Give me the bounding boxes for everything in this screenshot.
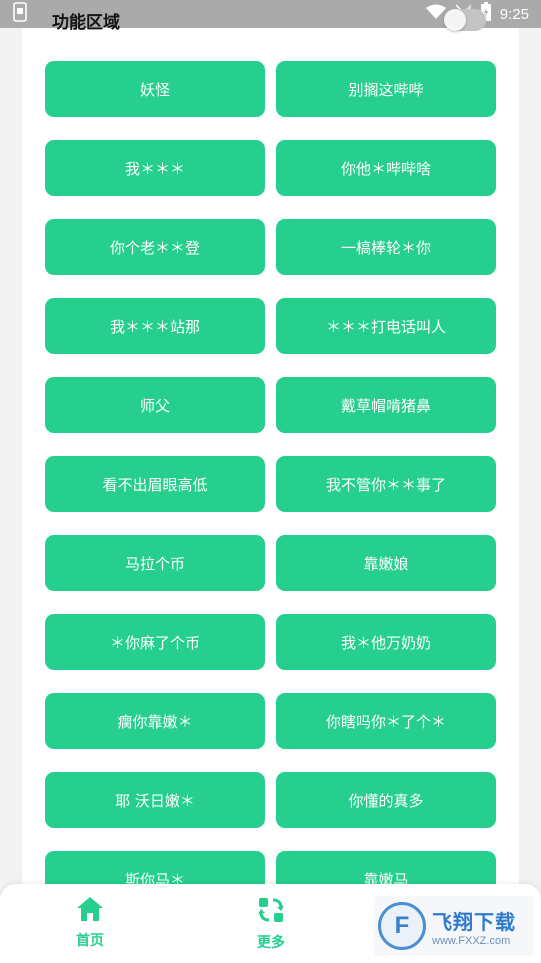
phrase-button[interactable]: 瘸你靠嫩＊ — [45, 693, 265, 749]
phrase-button[interactable]: 妖怪 — [45, 61, 265, 117]
home-icon — [76, 896, 104, 926]
phrase-button[interactable]: 看不出眉眼高低 — [45, 456, 265, 512]
section-toggle[interactable] — [444, 9, 486, 31]
phrase-button[interactable]: 我＊＊＊站那 — [45, 298, 265, 354]
nav-item-more[interactable]: 更多 — [231, 896, 311, 956]
phrase-button[interactable]: 我＊＊＊ — [45, 140, 265, 196]
watermark-icon: F — [378, 902, 426, 950]
phrase-button[interactable]: ＊＊＊打电话叫人 — [276, 298, 496, 354]
phrase-button[interactable]: 师父 — [45, 377, 265, 433]
phrase-button[interactable]: 靠嫩娘 — [276, 535, 496, 591]
watermark-logo: F 飞翔下载 www.FXXZ.com — [374, 896, 534, 956]
button-grid: 妖怪 别搁这哔哔 我＊＊＊ 你他＊哔哔啥 你个老＊＊登 一槁棒轮＊你 我＊＊＊站那 ＊＊＊打电… — [45, 61, 496, 907]
phrase-button[interactable]: 耶 沃日嫩＊ — [45, 772, 265, 828]
wifi-icon — [425, 4, 446, 24]
phrase-button[interactable]: 我不管你＊＊事了 — [276, 456, 496, 512]
notification-icon — [12, 2, 28, 26]
phrase-button[interactable]: 别搁这哔哔 — [276, 61, 496, 117]
phrase-button[interactable]: 你瞎吗你＊了个＊ — [276, 693, 496, 749]
nav-label-more: 更多 — [257, 935, 285, 951]
phrase-button[interactable]: 戴草帽啃猪鼻 — [276, 377, 496, 433]
phrase-button[interactable]: ＊你麻了个币 — [45, 614, 265, 670]
nav-label-home: 首页 — [76, 933, 104, 949]
watermark-title: 飞翔下载 — [432, 909, 516, 934]
toggle-knob — [444, 9, 466, 31]
section-title: 功能区域 — [52, 13, 120, 33]
phrase-button[interactable]: 一槁棒轮＊你 — [276, 219, 496, 275]
phrase-button[interactable]: 我＊他万奶奶 — [276, 614, 496, 670]
phrase-button[interactable]: 你懂的真多 — [276, 772, 496, 828]
phrase-button[interactable]: 你他＊哔哔啥 — [276, 140, 496, 196]
status-time: 9:25 — [499, 5, 529, 23]
refresh-icon — [257, 896, 285, 928]
phrase-button[interactable]: 马拉个币 — [45, 535, 265, 591]
phrase-button[interactable]: 你个老＊＊登 — [45, 219, 265, 275]
watermark-url: www.FXXZ.com — [432, 934, 511, 947]
nav-item-home[interactable]: 首页 — [50, 896, 130, 956]
